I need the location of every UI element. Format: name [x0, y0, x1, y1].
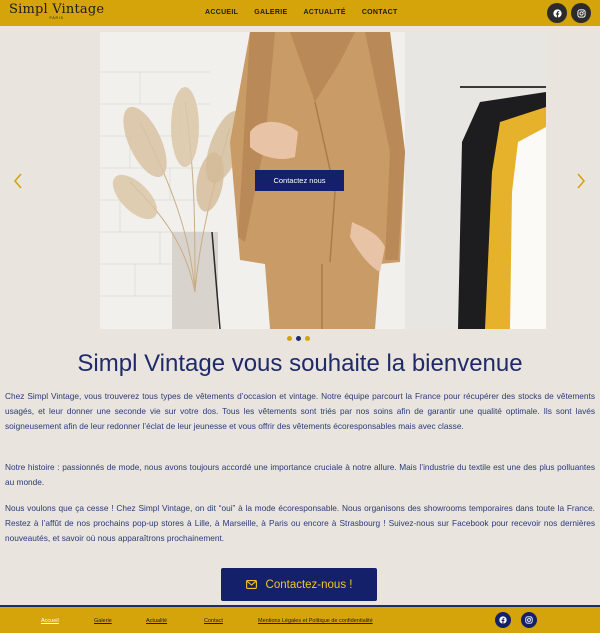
slider-prev-button[interactable]	[11, 172, 25, 190]
main-nav: ACCUEIL GALERIE ACTUALITÉ CONTACT	[205, 9, 414, 16]
facebook-icon	[552, 8, 562, 18]
intro-paragraph: Chez Simpl Vintage, vous trouverez tous …	[5, 391, 595, 431]
nav-contact[interactable]: CONTACT	[362, 9, 398, 16]
logo[interactable]: Simpl Vintage PARIS	[9, 2, 104, 20]
instagram-button[interactable]	[571, 3, 591, 23]
footer-link-galerie[interactable]: Galerie	[94, 618, 112, 624]
facebook-button[interactable]	[547, 3, 567, 23]
instagram-icon	[576, 8, 586, 18]
footer-link-contact[interactable]: Contact	[204, 618, 223, 624]
nav-galerie[interactable]: GALERIE	[254, 9, 287, 16]
slider-dots	[287, 336, 314, 341]
site-footer: Accueil Galerie Actualité Contact Mentio…	[0, 605, 600, 633]
slider-dot[interactable]	[287, 336, 292, 341]
footer-link-legal[interactable]: Mentions Légales et Politique de confide…	[258, 618, 373, 624]
hero-slider: Contactez nous	[100, 32, 546, 329]
contact-cta-button[interactable]: Contactez-nous !	[221, 568, 377, 601]
mission-paragraph: Nous voulons que ça cesse ! Chez Simpl V…	[5, 503, 595, 543]
nav-actualite[interactable]: ACTUALITÉ	[303, 9, 345, 16]
envelope-icon	[245, 580, 257, 589]
site-header: Simpl Vintage PARIS ACCUEIL GALERIE ACTU…	[0, 0, 600, 26]
chevron-right-icon	[577, 173, 586, 189]
footer-link-accueil[interactable]: Accueil	[41, 618, 59, 624]
slider-dot[interactable]	[305, 336, 310, 341]
page-title: Simpl Vintage vous souhaite la bienvenue	[77, 350, 523, 377]
slider-next-button[interactable]	[574, 172, 588, 190]
instagram-icon	[525, 616, 533, 624]
footer-facebook-button[interactable]	[495, 612, 511, 628]
facebook-icon	[499, 616, 507, 624]
hero-contact-button[interactable]: Contactez nous	[255, 170, 344, 191]
footer-instagram-button[interactable]	[521, 612, 537, 628]
footer-link-actualite[interactable]: Actualité	[146, 618, 167, 624]
chevron-left-icon	[13, 173, 22, 189]
logo-text: Simpl Vintage	[9, 2, 105, 17]
slider-dot-active[interactable]	[296, 336, 301, 341]
nav-accueil[interactable]: ACCUEIL	[205, 9, 238, 16]
contact-cta-label: Contactez-nous !	[265, 578, 353, 591]
history-paragraph: Notre histoire : passionnés de mode, nou…	[5, 462, 595, 487]
